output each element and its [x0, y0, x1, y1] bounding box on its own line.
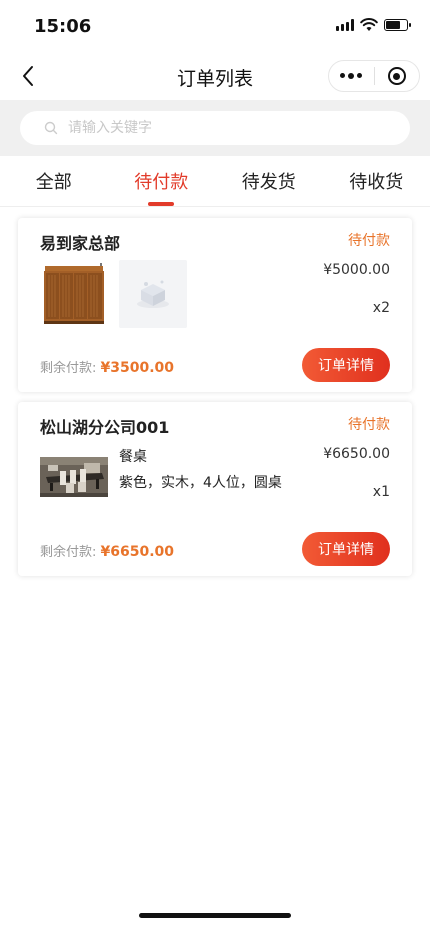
- tab-pending-receipt[interactable]: 待收货: [323, 156, 430, 206]
- remaining-payment-amount: ¥3500.00: [100, 360, 175, 376]
- search-input[interactable]: [66, 119, 370, 137]
- home-indicator[interactable]: [139, 913, 291, 918]
- product-image-dining-table[interactable]: [40, 451, 108, 503]
- remaining-payment: 剩余付款: ¥3500.00: [40, 357, 174, 376]
- search-box[interactable]: [20, 111, 410, 145]
- mini-program-capsule: [328, 60, 420, 92]
- shop-name: 松山湖分公司001: [40, 418, 170, 437]
- target-icon: [387, 67, 406, 85]
- wifi-icon: [360, 18, 378, 31]
- order-status-tabs: 全部 待付款 待发货 待收货: [0, 156, 430, 207]
- battery-icon: [384, 19, 411, 31]
- tab-pending-shipment[interactable]: 待发货: [215, 156, 323, 206]
- tab-label: 待发货: [241, 172, 296, 193]
- order-card[interactable]: 松山湖分公司001 待付款 餐桌 紫色，实木，4人位，圆桌 ¥6650.00 x…: [18, 402, 412, 576]
- product-quantity: x2: [372, 300, 390, 316]
- product-image-placeholder[interactable]: [119, 260, 187, 328]
- more-button[interactable]: [329, 61, 374, 91]
- status-bar: 15:06: [0, 0, 430, 52]
- active-tab-indicator: [148, 202, 175, 206]
- more-icon: [340, 73, 363, 79]
- order-status: 待付款: [348, 417, 390, 433]
- product-name: 餐桌: [119, 449, 147, 465]
- tab-all[interactable]: 全部: [0, 156, 108, 206]
- shop-name: 易到家总部: [40, 234, 121, 253]
- order-status: 待付款: [348, 233, 390, 249]
- remaining-payment-label: 剩余付款:: [40, 361, 97, 376]
- order-detail-button[interactable]: 订单详情: [302, 348, 390, 382]
- nav-bar: 订单列表: [0, 52, 430, 100]
- product-quantity: x1: [372, 484, 390, 500]
- tab-label: 全部: [35, 172, 72, 193]
- status-icons: [336, 18, 411, 32]
- product-spec: 紫色，实木，4人位，圆桌: [119, 475, 282, 491]
- remaining-payment: 剩余付款: ¥6650.00: [40, 541, 174, 560]
- product-price: ¥6650.00: [323, 446, 390, 462]
- tab-label: 待收货: [349, 172, 404, 193]
- signal-icon: [336, 19, 354, 31]
- remaining-payment-label: 剩余付款:: [40, 545, 97, 560]
- search-icon: [44, 121, 58, 135]
- order-list: 易到家总部 待付款 ¥5000.00 x2 剩余付款: ¥3500.00 订单详…: [0, 207, 430, 930]
- status-time: 15:06: [34, 16, 92, 37]
- search-bar: [0, 100, 430, 156]
- order-detail-button[interactable]: 订单详情: [302, 532, 390, 566]
- tab-label: 待付款: [134, 172, 189, 193]
- close-mini-program-button[interactable]: [375, 61, 420, 91]
- product-image-wooden-cabinet[interactable]: [40, 260, 108, 328]
- tab-pending-payment[interactable]: 待付款: [108, 156, 216, 206]
- product-price: ¥5000.00: [323, 262, 390, 278]
- remaining-payment-amount: ¥6650.00: [100, 544, 175, 560]
- order-card[interactable]: 易到家总部 待付款 ¥5000.00 x2 剩余付款: ¥3500.00 订单详…: [18, 218, 412, 392]
